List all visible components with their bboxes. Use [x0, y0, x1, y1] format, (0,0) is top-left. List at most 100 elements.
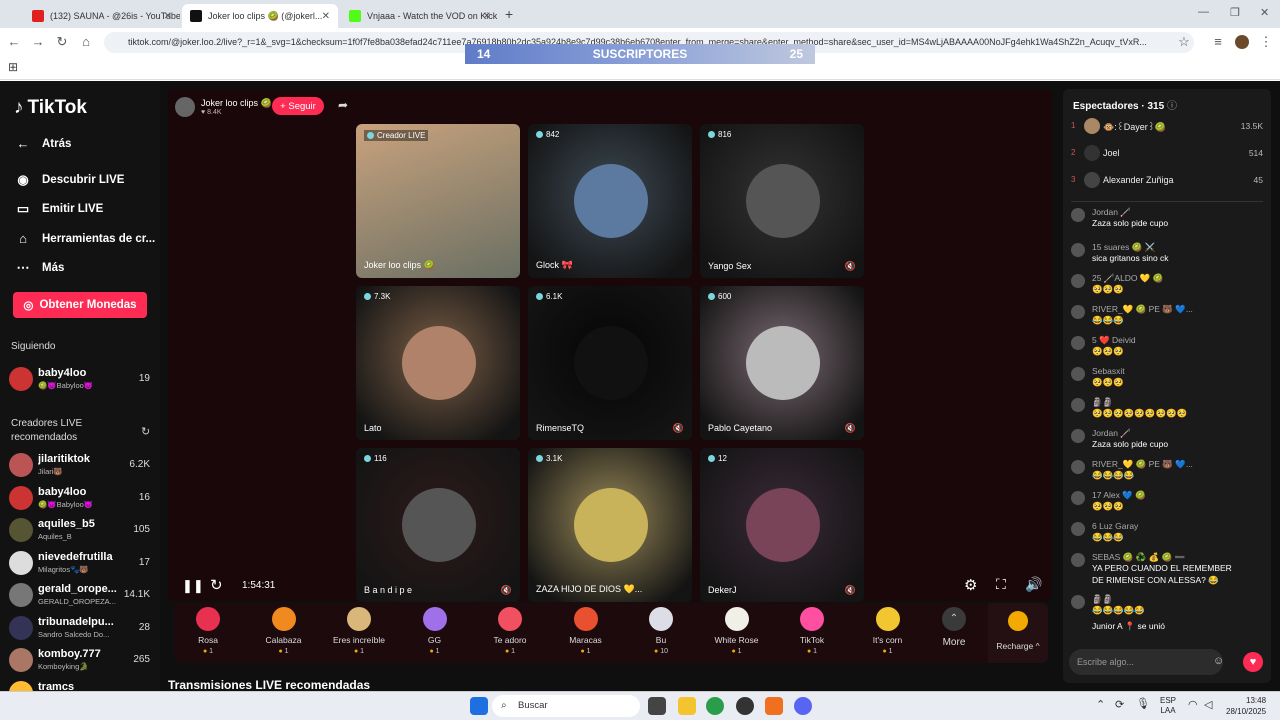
app-icon[interactable] — [765, 697, 783, 715]
chat-input[interactable]: Escribe algo... — [1069, 649, 1223, 675]
refresh-icon[interactable]: ↻ — [141, 425, 150, 438]
gift-item[interactable]: Calabaza ● 1 — [254, 607, 314, 655]
more-gifts-button[interactable]: ⌃ More — [924, 607, 984, 648]
heart-button[interactable]: ♥ — [1243, 652, 1263, 672]
avatar — [1084, 172, 1100, 188]
emoji-icon[interactable]: ☺ — [1213, 655, 1224, 667]
avatar — [1071, 367, 1085, 381]
nav-go-live[interactable]: ▭ Emitir LIVE — [14, 201, 104, 217]
guest-tile[interactable]: 6.1K RimenseTQ 🔇 — [528, 286, 692, 440]
nav-back[interactable]: ← Atrás — [14, 136, 72, 151]
taskview-icon[interactable] — [648, 697, 666, 715]
media-icon[interactable]: ≡ — [1210, 34, 1226, 49]
replay-icon[interactable]: ↻ — [210, 576, 223, 594]
file-explorer-icon[interactable] — [678, 697, 696, 715]
guest-name: Yango Sex — [708, 261, 752, 271]
close-window-button[interactable]: ✕ — [1260, 6, 1269, 19]
nav-discover-live[interactable]: ◉ Descubrir LIVE — [14, 172, 124, 188]
info-icon[interactable]: ⓘ — [1167, 101, 1177, 112]
apps-grid-icon[interactable]: ⊞ — [8, 60, 18, 74]
top-viewer[interactable]: 3 Alexander Zuñiga 45 — [1071, 170, 1263, 190]
forward-icon[interactable]: → — [30, 34, 46, 49]
close-icon[interactable]: ✕ — [164, 11, 172, 22]
language-indicator[interactable]: ESP LAA — [1160, 696, 1176, 716]
microphone-icon[interactable]: 🎙 — [1136, 697, 1150, 710]
guest-tile[interactable]: 600 Pablo Cayetano 🔇 — [700, 286, 864, 440]
guest-tile[interactable]: Creador LIVE Joker loo clips 🥝 — [356, 124, 520, 278]
follow-button[interactable]: + Seguir — [272, 97, 324, 115]
guest-tile[interactable]: 7.3K Lato — [356, 286, 520, 440]
gift-item[interactable]: Maracas ● 1 — [556, 607, 616, 655]
bookmark-star-icon[interactable]: ☆ — [1176, 34, 1192, 50]
guest-tile[interactable]: 816 Yango Sex 🔇 — [700, 124, 864, 278]
pause-icon[interactable]: ❚❚ — [182, 578, 204, 594]
speaker-icon[interactable]: ◁ — [1204, 698, 1212, 711]
reload-icon[interactable]: ↻ — [54, 34, 70, 50]
windows-start-icon[interactable] — [470, 697, 488, 715]
gift-price: ● 1 — [731, 648, 742, 655]
menu-icon[interactable]: ⋮ — [1258, 34, 1274, 50]
recommended-creator[interactable]: tribunadelpu... Sandro Salcedo Do... 28 — [9, 614, 154, 642]
following-item[interactable]: baby4loo 🥝😈Babyloo😈 19 — [9, 365, 154, 393]
clock[interactable]: 13:48 28/10/2025 — [1226, 695, 1266, 717]
obs-icon[interactable] — [736, 697, 754, 715]
top-viewer[interactable]: 1 🐵:꒰Dayer꒱🥝 13.5K — [1071, 116, 1263, 136]
camera-icon: ▭ — [16, 201, 30, 216]
home-icon[interactable]: ⌂ — [78, 34, 94, 49]
chat-username: RIVER_💛 🥝 PE 🐻 💙... — [1092, 304, 1193, 314]
close-icon[interactable]: ✕ — [322, 11, 330, 22]
avatar — [1071, 429, 1085, 443]
minimize-button[interactable]: — — [1198, 6, 1209, 18]
chevron-up-icon[interactable]: ⌃ — [1096, 698, 1105, 711]
tiktok-logo[interactable]: ♪ TikTok — [14, 97, 87, 119]
recommended-creator[interactable]: tramcs — [9, 679, 154, 691]
gift-item[interactable]: Te adoro ● 1 — [480, 607, 540, 655]
tab-kick[interactable]: Vnjaaa - Watch the VOD on Kick ✕ — [341, 4, 499, 28]
share-icon[interactable]: ➦ — [338, 98, 348, 112]
fullscreen-icon[interactable]: ⛶ — [996, 576, 1006, 593]
recharge-button[interactable]: Recharge ^ — [988, 603, 1048, 663]
nav-creator-tools[interactable]: ⌂ Herramientas de cr... — [14, 231, 155, 246]
volume-icon[interactable]: 🔊 — [1025, 576, 1042, 593]
wifi-icon[interactable]: ◠ — [1188, 698, 1198, 711]
close-icon[interactable]: ✕ — [483, 11, 491, 22]
discord-icon[interactable] — [794, 697, 812, 715]
profile-avatar[interactable] — [1235, 35, 1249, 49]
maximize-button[interactable]: ❐ — [1230, 6, 1240, 19]
recommended-creator[interactable]: komboy.777 Komboyking🐊 265 — [9, 646, 154, 674]
gift-icon — [724, 607, 749, 631]
recommended-creator[interactable]: aquiles_b5 Aquiles_B 105 — [9, 516, 154, 544]
gift-item[interactable]: It's corn ● 1 — [858, 607, 918, 655]
avatar — [1071, 553, 1085, 567]
gift-price: ● 1 — [278, 648, 289, 655]
gift-icon — [422, 607, 447, 631]
gift-item[interactable]: GG ● 1 — [405, 607, 465, 655]
gift-item[interactable]: TikTok ● 1 — [782, 607, 842, 655]
chrome-icon[interactable] — [706, 697, 724, 715]
gift-item[interactable]: White Rose ● 1 — [707, 607, 767, 655]
tab-tiktok[interactable]: Joker loo clips 🥝 (@jokerl... ✕ — [182, 4, 338, 28]
chat-text: 🥺🥺🥺 — [1092, 346, 1124, 356]
host-info[interactable]: Joker loo clips 🥝 ♥ 8.4K — [175, 97, 272, 117]
gift-item[interactable]: Eres increíble ● 1 — [329, 607, 389, 655]
recommended-creator[interactable]: gerald_orope... GERALD_OROPEZA... 14.1K — [9, 581, 154, 609]
gift-item[interactable]: Bu ● 10 — [631, 607, 691, 655]
settings-icon[interactable]: ⚙ — [964, 576, 977, 594]
avatar — [1084, 118, 1100, 134]
gift-price: ● 1 — [202, 648, 214, 655]
new-tab-button[interactable]: + — [505, 6, 513, 22]
guest-tile[interactable]: 842 Glock 🎀 — [528, 124, 692, 278]
nav-more[interactable]: ⋯ Más — [14, 260, 65, 276]
back-icon[interactable]: ← — [6, 34, 22, 49]
avatar — [9, 648, 33, 672]
recommended-creator[interactable]: baby4loo 🥝😈Babyloo😈 16 — [9, 484, 154, 512]
top-viewer[interactable]: 2 Joel 514 — [1071, 143, 1263, 163]
muted-mic-icon: 🔇 — [672, 423, 684, 433]
get-coins-button[interactable]: ◎ Obtener Monedas — [13, 292, 147, 318]
network-icon[interactable]: ⟳ — [1115, 698, 1124, 711]
taskbar-search[interactable]: ⌕ Buscar — [492, 695, 640, 717]
recommended-creator[interactable]: nievedefrutilla Milagritos🐾🐻 17 — [9, 549, 154, 577]
recommended-creator[interactable]: jilaritiktok Jilari🐻 6.2K — [9, 451, 154, 479]
tab-youtube[interactable]: (132) SAUNA - @26is - YouTube ✕ — [24, 4, 180, 28]
gift-item[interactable]: Rosa ● 1 — [178, 607, 238, 655]
